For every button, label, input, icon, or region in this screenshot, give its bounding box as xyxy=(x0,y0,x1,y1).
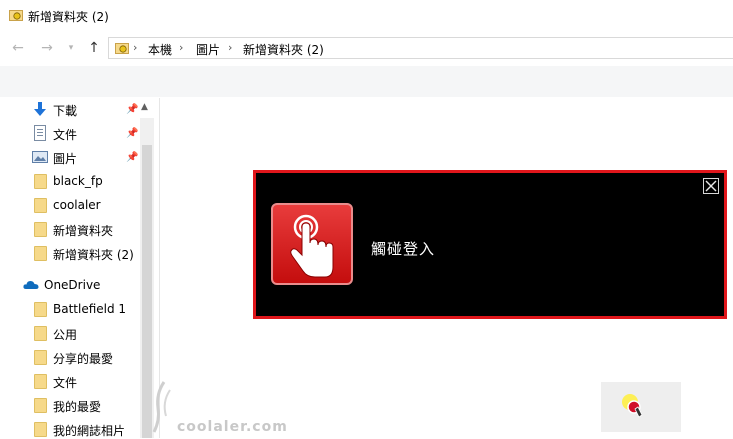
nav-item-folder[interactable]: Battlefield 1 xyxy=(32,299,144,319)
title-bar: 新增資料夾 (2) xyxy=(0,0,733,30)
navigation-bar: ← → ▾ ↑ › 本機 › 圖片 › 新增資料夾 (2) xyxy=(0,36,733,60)
folder-icon xyxy=(34,422,47,437)
nav-item-folder[interactable]: 新增資料夾 (2) xyxy=(32,243,144,263)
scroll-up-arrow-icon[interactable]: ▲ xyxy=(141,102,148,112)
nav-item-folder[interactable]: 分享的最愛 xyxy=(32,347,144,367)
watermark-brush-icon xyxy=(152,381,171,433)
touch-login-popup: 觸碰登入 xyxy=(253,170,727,319)
folder-fingerprint-icon xyxy=(115,43,129,54)
folder-icon xyxy=(34,374,47,389)
folder-icon xyxy=(34,174,47,189)
forward-arrow-icon[interactable]: → xyxy=(38,38,56,58)
close-button[interactable] xyxy=(703,178,719,194)
nav-item-folder[interactable]: 公用 xyxy=(32,323,144,343)
touch-login-button[interactable] xyxy=(271,203,353,285)
nav-item-label: 圖片 xyxy=(53,152,78,166)
nav-item-label: coolaler xyxy=(53,198,101,212)
nav-item-label: 新增資料夾 (2) xyxy=(53,248,134,262)
cloud-icon xyxy=(23,281,39,289)
close-icon xyxy=(705,180,717,192)
download-icon xyxy=(34,102,46,116)
watermark-text: coolaler.com xyxy=(177,419,288,435)
breadcrumb-chevron-icon[interactable]: › xyxy=(228,41,232,54)
watermark: coolaler.com xyxy=(150,380,310,438)
breadcrumb-item-current-folder[interactable]: 新增資料夾 (2) xyxy=(243,41,324,58)
nav-item-folder[interactable]: 我的最愛 xyxy=(32,395,144,415)
cursor-preview xyxy=(601,382,681,432)
nav-item-label: black_fp xyxy=(53,174,103,188)
fingerprint-cursor-icon xyxy=(622,394,643,418)
folder-icon xyxy=(34,246,47,261)
nav-item-folder[interactable]: 文件 xyxy=(32,371,144,391)
back-arrow-icon[interactable]: ← xyxy=(9,38,27,58)
nav-item-label: 分享的最愛 xyxy=(53,352,114,366)
touch-hand-icon xyxy=(290,214,334,278)
nav-item-folder[interactable]: 新增資料夾 xyxy=(32,219,144,239)
pin-icon[interactable]: 📌 xyxy=(126,104,138,115)
folder-icon xyxy=(34,398,47,413)
window-title: 新增資料夾 (2) xyxy=(28,10,109,24)
pin-icon[interactable]: 📌 xyxy=(126,128,138,139)
nav-item-label: Battlefield 1 xyxy=(53,302,127,316)
nav-item-folder[interactable]: 我的網誌相片 xyxy=(32,419,144,439)
up-arrow-icon[interactable]: ↑ xyxy=(85,38,103,58)
nav-item-label: 文件 xyxy=(53,128,78,142)
ribbon-bar xyxy=(0,66,733,97)
folder-icon xyxy=(34,326,47,341)
address-bar[interactable]: › 本機 › 圖片 › 新增資料夾 (2) xyxy=(108,37,733,59)
nav-item-onedrive[interactable]: OneDrive xyxy=(23,275,143,295)
nav-item-label: 我的最愛 xyxy=(53,400,102,414)
folder-fingerprint-icon xyxy=(9,10,23,21)
folder-icon xyxy=(34,198,47,213)
folder-icon xyxy=(34,302,47,317)
folder-icon xyxy=(34,350,47,365)
navigation-pane: 下載 📌 文件 📌 圖片 📌 black_fp coolaler 新增資料夾 新… xyxy=(0,98,158,438)
nav-item-label: 文件 xyxy=(53,376,78,390)
touch-login-message: 觸碰登入 xyxy=(371,240,436,258)
breadcrumb-chevron-icon[interactable]: › xyxy=(179,41,183,54)
nav-item-label: OneDrive xyxy=(44,278,101,292)
breadcrumb-chevron-icon[interactable]: › xyxy=(133,41,137,54)
pictures-icon xyxy=(32,151,48,163)
nav-item-label: 下載 xyxy=(53,104,78,118)
pin-icon[interactable]: 📌 xyxy=(126,152,138,163)
breadcrumb-item-pictures[interactable]: 圖片 xyxy=(196,41,220,58)
nav-item-label: 我的網誌相片 xyxy=(53,424,126,438)
nav-item-label: 新增資料夾 xyxy=(53,224,114,238)
nav-item-label: 公用 xyxy=(53,328,78,342)
breadcrumb-item-this-pc[interactable]: 本機 xyxy=(148,41,172,58)
document-icon xyxy=(34,125,46,141)
nav-item-folder[interactable]: coolaler xyxy=(32,195,144,215)
recent-locations-chevron-icon[interactable]: ▾ xyxy=(62,38,80,58)
folder-icon xyxy=(34,222,47,237)
nav-item-folder[interactable]: black_fp xyxy=(32,171,144,191)
